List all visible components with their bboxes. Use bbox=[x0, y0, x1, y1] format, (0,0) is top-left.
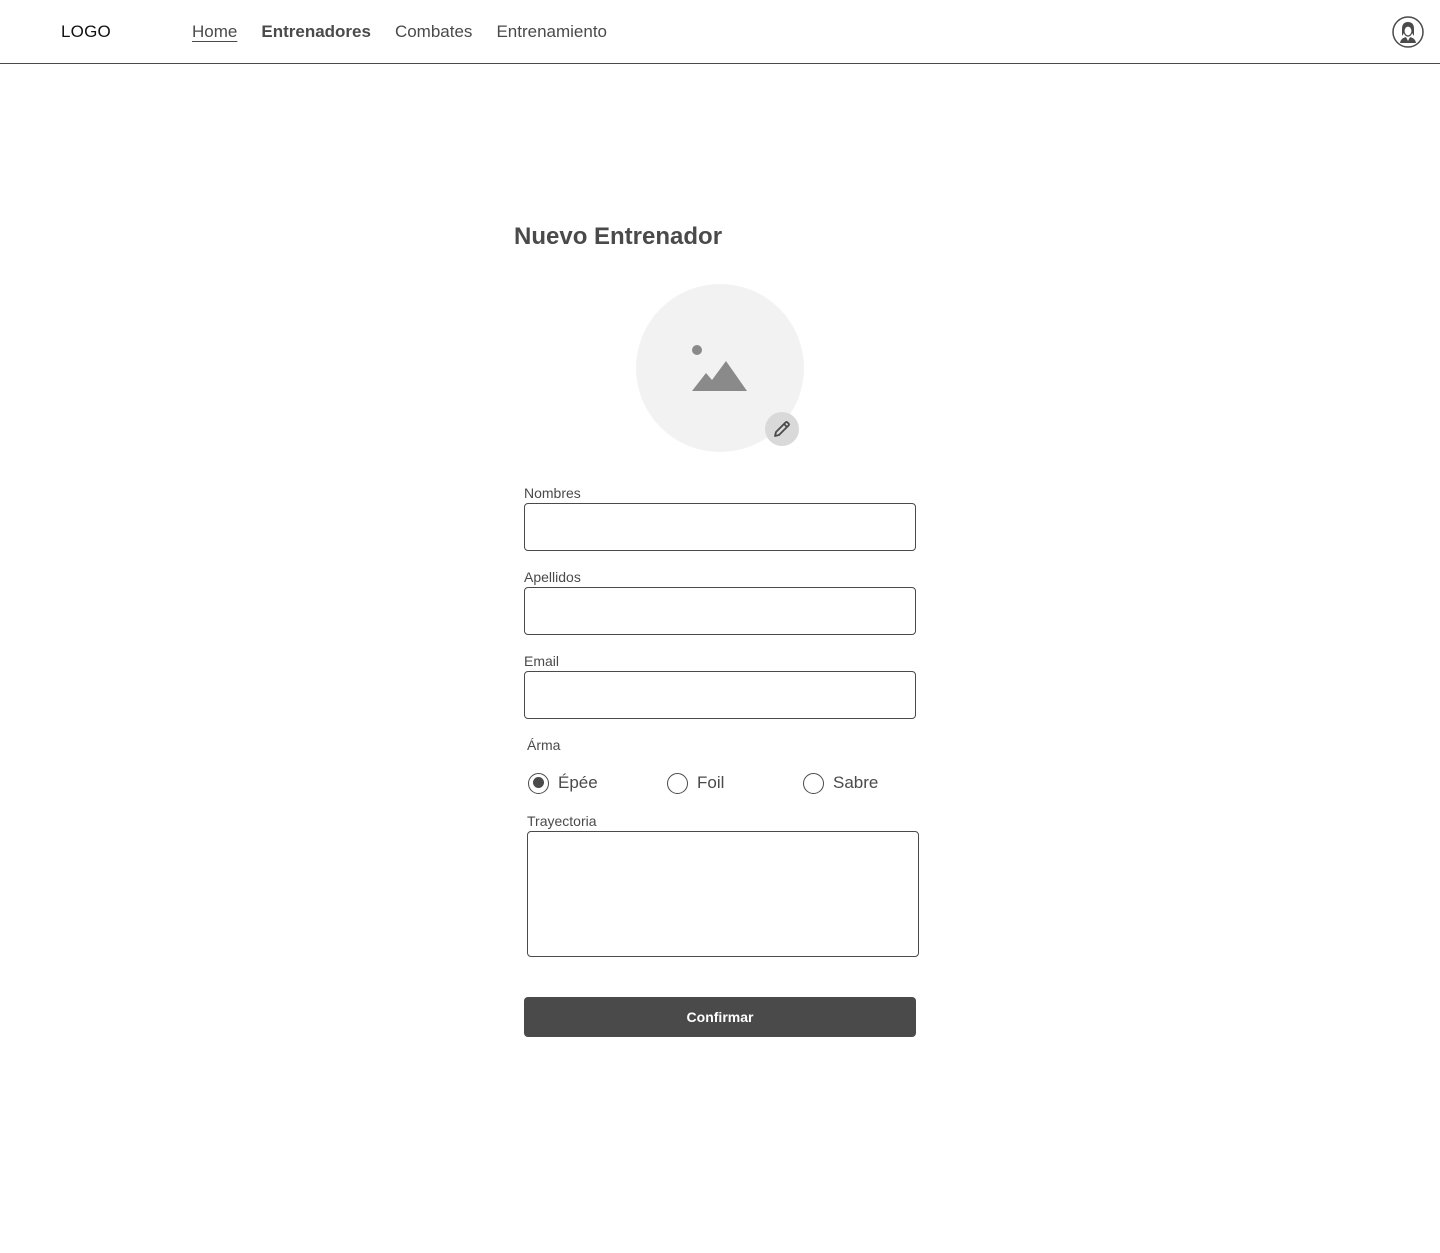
email-label: Email bbox=[524, 653, 560, 669]
trayectoria-label: Trayectoria bbox=[527, 813, 597, 829]
radio-epee[interactable]: Épée bbox=[528, 772, 598, 794]
logo[interactable]: LOGO bbox=[61, 22, 111, 42]
radio-foil-label: Foil bbox=[697, 773, 725, 792]
radio-foil[interactable]: Foil bbox=[667, 772, 724, 794]
page-title: Nuevo Entrenador bbox=[514, 223, 723, 250]
pencil-icon bbox=[774, 421, 790, 437]
radio-sabre-indicator[interactable] bbox=[803, 772, 824, 794]
confirm-button[interactable]: Confirmar bbox=[524, 997, 916, 1037]
nav-item-combates[interactable]: Combates bbox=[395, 22, 472, 42]
radio-epee-label: Épée bbox=[558, 773, 598, 792]
nav-item-home[interactable]: Home bbox=[192, 22, 237, 42]
radio-sabre[interactable]: Sabre bbox=[803, 772, 878, 794]
nombres-input[interactable] bbox=[524, 503, 916, 551]
nav-item-entrenamiento[interactable]: Entrenamiento bbox=[496, 22, 607, 42]
trayectoria-textarea[interactable] bbox=[527, 831, 919, 957]
main-nav: Home Entrenadores Combates Entrenamiento bbox=[192, 22, 631, 42]
top-navigation-bar: LOGO Home Entrenadores Combates Entrenam… bbox=[0, 0, 1440, 64]
apellidos-label: Apellidos bbox=[524, 569, 581, 585]
radio-foil-indicator[interactable] bbox=[667, 772, 688, 794]
radio-sabre-label: Sabre bbox=[833, 773, 879, 792]
user-avatar-icon[interactable] bbox=[1392, 16, 1424, 48]
email-input[interactable] bbox=[524, 671, 916, 719]
radio-epee-indicator[interactable] bbox=[528, 772, 549, 794]
nav-item-entrenadores[interactable]: Entrenadores bbox=[261, 22, 371, 42]
image-placeholder-icon bbox=[692, 345, 747, 391]
apellidos-input[interactable] bbox=[524, 587, 916, 635]
arma-label: Árma bbox=[527, 737, 561, 753]
edit-photo-button[interactable] bbox=[765, 412, 799, 446]
nombres-label: Nombres bbox=[524, 485, 581, 501]
